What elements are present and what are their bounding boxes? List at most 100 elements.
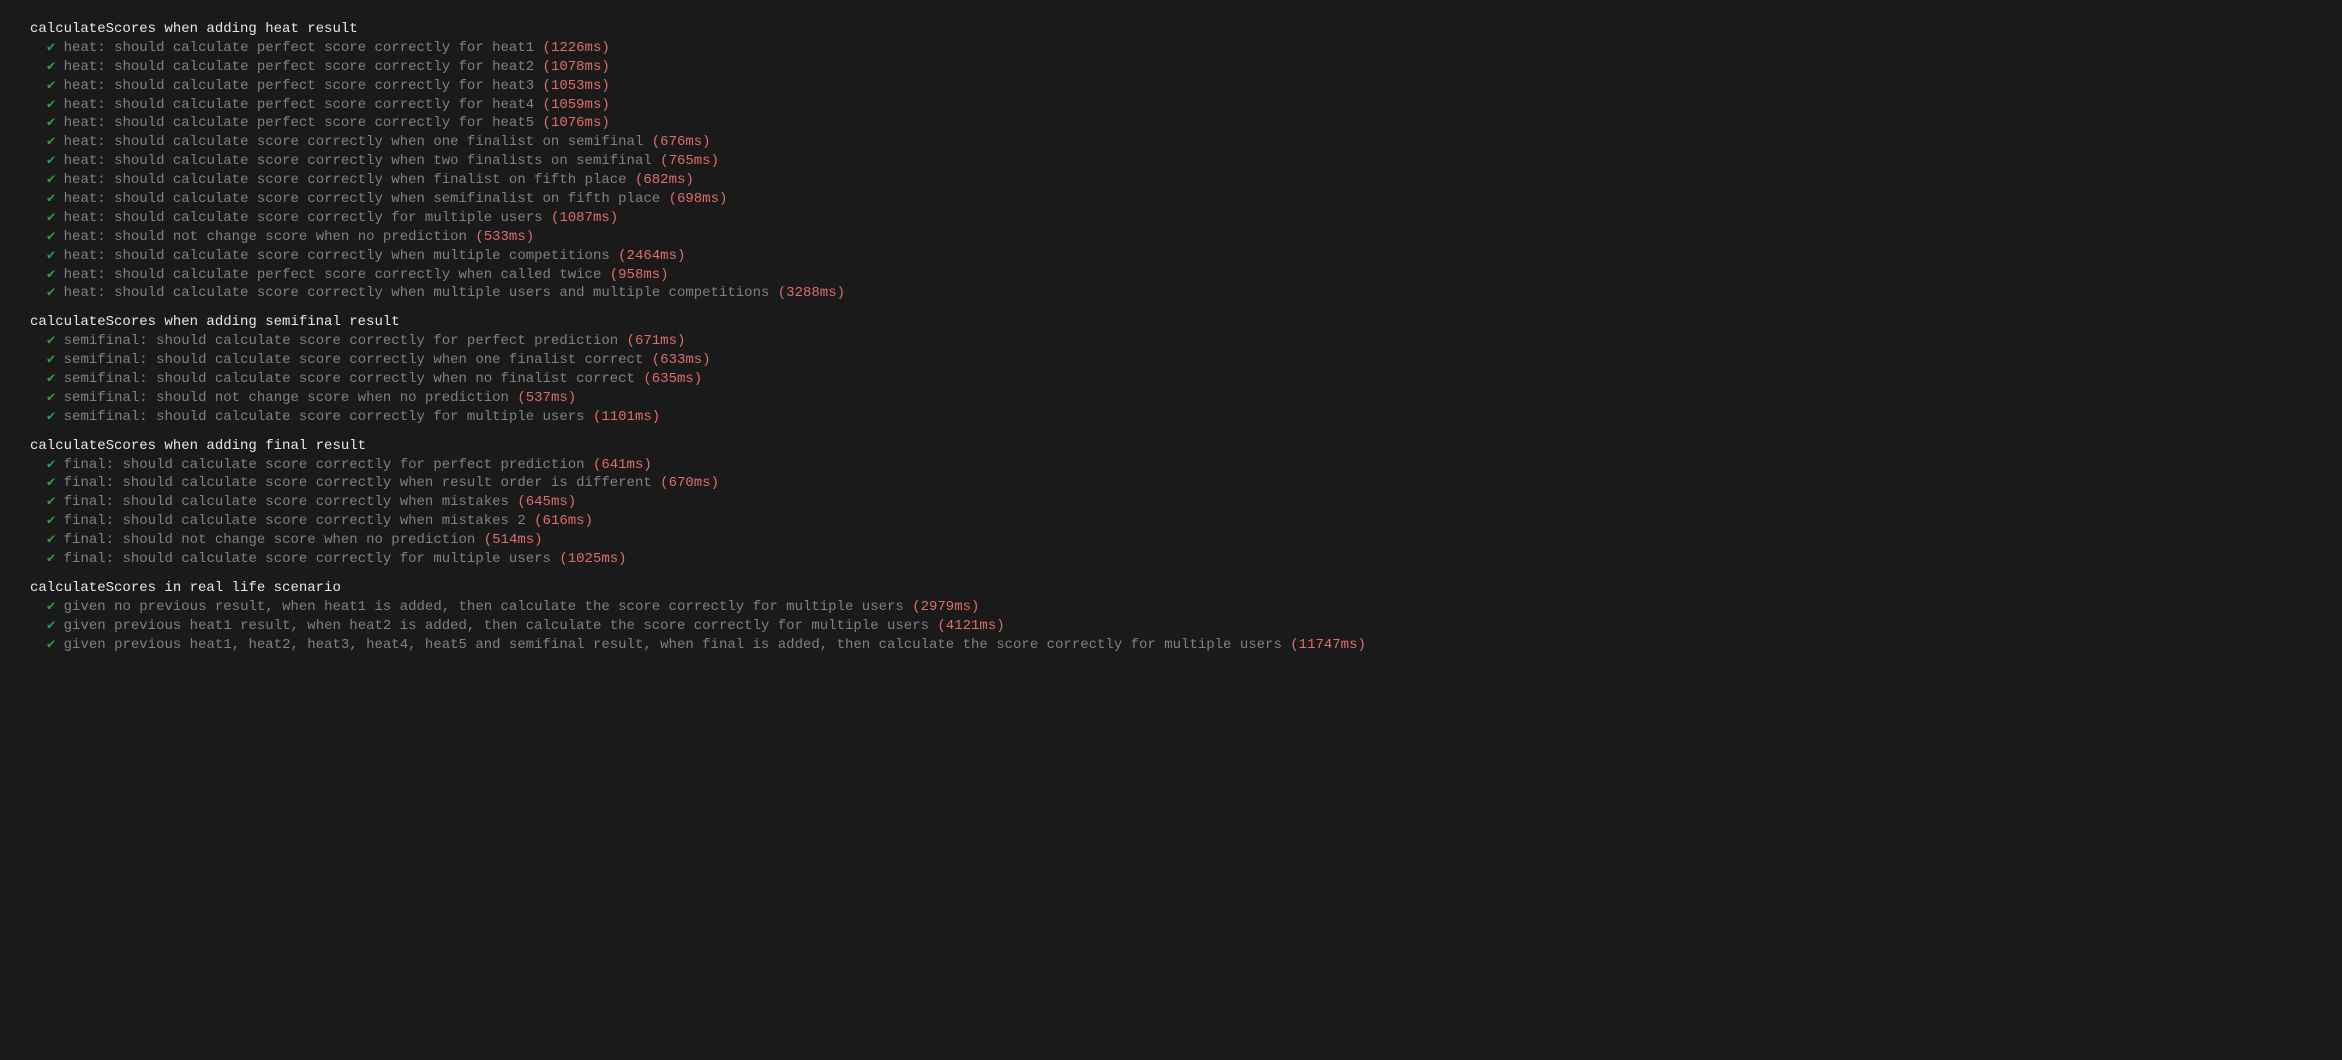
- test-row: ✔ heat: should calculate perfect score c…: [30, 114, 2312, 133]
- test-timing: (2464ms): [618, 248, 685, 264]
- test-name: final: should calculate score correctly …: [64, 513, 526, 529]
- indent: [30, 266, 47, 285]
- indent: [30, 351, 47, 370]
- test-timing: (676ms): [652, 134, 711, 150]
- indent: [30, 456, 47, 475]
- test-row: ✔ final: should calculate score correctl…: [30, 512, 2312, 531]
- test-timing: (533ms): [475, 229, 534, 245]
- indent: [30, 39, 47, 58]
- indent: [30, 77, 47, 96]
- check-icon: ✔: [47, 493, 55, 512]
- test-timing: (537ms): [517, 390, 576, 406]
- test-name: heat: should calculate perfect score cor…: [64, 267, 602, 283]
- indent: [30, 474, 47, 493]
- test-name: heat: should calculate perfect score cor…: [64, 59, 534, 75]
- suite-title: calculateScores when adding final result: [30, 437, 2312, 456]
- test-name: heat: should not change score when no pr…: [64, 229, 467, 245]
- check-icon: ✔: [47, 266, 55, 285]
- test-timing: (645ms): [517, 494, 576, 510]
- check-icon: ✔: [47, 531, 55, 550]
- indent: [30, 228, 47, 247]
- indent: [30, 389, 47, 408]
- indent: [30, 209, 47, 228]
- indent: [30, 598, 47, 617]
- test-row: ✔ heat: should calculate score correctly…: [30, 209, 2312, 228]
- test-timing: (514ms): [484, 532, 543, 548]
- test-timing: (671ms): [627, 333, 686, 349]
- test-row: ✔ heat: should calculate perfect score c…: [30, 96, 2312, 115]
- test-row: ✔ final: should calculate score correctl…: [30, 550, 2312, 569]
- check-icon: ✔: [47, 247, 55, 266]
- check-icon: ✔: [47, 598, 55, 617]
- test-row: ✔ heat: should calculate score correctly…: [30, 247, 2312, 266]
- check-icon: ✔: [47, 512, 55, 531]
- suite-title: calculateScores when adding heat result: [30, 20, 2312, 39]
- test-row: ✔ final: should calculate score correctl…: [30, 474, 2312, 493]
- test-name: semifinal: should calculate score correc…: [64, 352, 644, 368]
- indent: [30, 408, 47, 427]
- test-row: ✔ heat: should calculate perfect score c…: [30, 266, 2312, 285]
- check-icon: ✔: [47, 474, 55, 493]
- test-name: heat: should calculate perfect score cor…: [64, 97, 534, 113]
- test-timing: (1059ms): [543, 97, 610, 113]
- check-icon: ✔: [47, 39, 55, 58]
- test-name: given previous heat1 result, when heat2 …: [64, 618, 929, 634]
- test-output: calculateScores when adding heat result …: [30, 20, 2312, 655]
- indent: [30, 114, 47, 133]
- check-icon: ✔: [47, 190, 55, 209]
- test-row: ✔ given previous heat1 result, when heat…: [30, 617, 2312, 636]
- indent: [30, 133, 47, 152]
- test-row: ✔ semifinal: should calculate score corr…: [30, 370, 2312, 389]
- check-icon: ✔: [47, 228, 55, 247]
- test-row: ✔ given no previous result, when heat1 i…: [30, 598, 2312, 617]
- indent: [30, 247, 47, 266]
- test-timing: (698ms): [669, 191, 728, 207]
- indent: [30, 152, 47, 171]
- test-row: ✔ semifinal: should calculate score corr…: [30, 351, 2312, 370]
- test-name: final: should not change score when no p…: [64, 532, 476, 548]
- check-icon: ✔: [47, 550, 55, 569]
- test-timing: (11747ms): [1290, 637, 1366, 653]
- test-row: ✔ heat: should calculate score correctly…: [30, 284, 2312, 303]
- test-name: heat: should calculate perfect score cor…: [64, 78, 534, 94]
- indent: [30, 58, 47, 77]
- check-icon: ✔: [47, 171, 55, 190]
- test-timing: (3288ms): [778, 285, 845, 301]
- test-row: ✔ heat: should calculate perfect score c…: [30, 58, 2312, 77]
- test-name: final: should calculate score correctly …: [64, 457, 585, 473]
- test-row: ✔ final: should not change score when no…: [30, 531, 2312, 550]
- test-row: ✔ heat: should calculate score correctly…: [30, 152, 2312, 171]
- test-row: ✔ final: should calculate score correctl…: [30, 456, 2312, 475]
- test-timing: (1078ms): [543, 59, 610, 75]
- test-timing: (616ms): [534, 513, 593, 529]
- check-icon: ✔: [47, 133, 55, 152]
- test-timing: (682ms): [635, 172, 694, 188]
- check-icon: ✔: [47, 408, 55, 427]
- test-timing: (4121ms): [937, 618, 1004, 634]
- test-timing: (958ms): [610, 267, 669, 283]
- check-icon: ✔: [47, 617, 55, 636]
- test-timing: (635ms): [643, 371, 702, 387]
- test-name: heat: should calculate score correctly w…: [64, 285, 770, 301]
- test-timing: (1076ms): [543, 115, 610, 131]
- test-row: ✔ final: should calculate score correctl…: [30, 493, 2312, 512]
- check-icon: ✔: [47, 77, 55, 96]
- indent: [30, 284, 47, 303]
- indent: [30, 493, 47, 512]
- check-icon: ✔: [47, 209, 55, 228]
- test-timing: (670ms): [660, 475, 719, 491]
- test-name: heat: should calculate score correctly w…: [64, 172, 627, 188]
- test-timing: (1025ms): [559, 551, 626, 567]
- indent: [30, 617, 47, 636]
- test-row: ✔ heat: should calculate perfect score c…: [30, 77, 2312, 96]
- test-row: ✔ heat: should calculate perfect score c…: [30, 39, 2312, 58]
- test-timing: (1087ms): [551, 210, 618, 226]
- check-icon: ✔: [47, 332, 55, 351]
- check-icon: ✔: [47, 58, 55, 77]
- check-icon: ✔: [47, 370, 55, 389]
- test-name: heat: should calculate score correctly w…: [64, 134, 644, 150]
- test-name: semifinal: should not change score when …: [64, 390, 509, 406]
- test-timing: (641ms): [593, 457, 652, 473]
- test-row: ✔ semifinal: should calculate score corr…: [30, 408, 2312, 427]
- test-row: ✔ heat: should calculate score correctly…: [30, 190, 2312, 209]
